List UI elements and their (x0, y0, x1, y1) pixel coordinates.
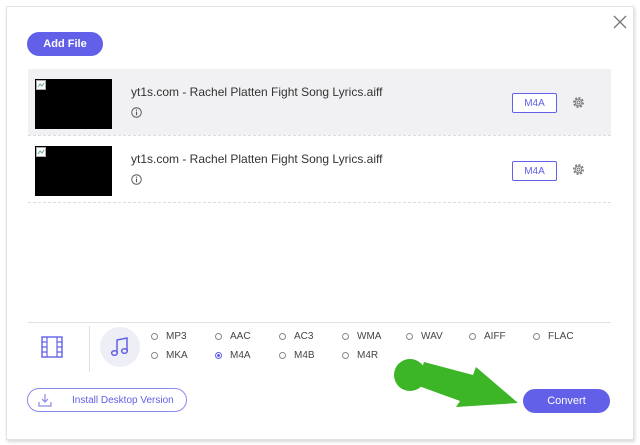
format-option-aac[interactable]: AAC (215, 331, 251, 342)
gear-icon[interactable] (571, 162, 586, 177)
film-icon[interactable] (40, 335, 64, 359)
format-option-ac3[interactable]: AC3 (279, 331, 313, 342)
output-format-button[interactable]: M4A (512, 93, 557, 113)
music-note-icon (110, 337, 129, 357)
radio-button[interactable] (342, 352, 349, 359)
format-label: FLAC (548, 331, 574, 342)
format-label: WMA (357, 331, 382, 342)
add-file-button[interactable]: Add File (27, 32, 103, 56)
convert-button[interactable]: Convert (523, 389, 610, 413)
file-name: yt1s.com - Rachel Platten Fight Song Lyr… (131, 152, 383, 166)
format-label: M4B (294, 350, 315, 361)
download-icon (38, 394, 52, 407)
file-row[interactable]: yt1s.com - Rachel Platten Fight Song Lyr… (28, 69, 611, 135)
format-label: AC3 (294, 331, 314, 342)
format-label: M4R (357, 350, 379, 361)
broken-image-icon (36, 80, 46, 90)
format-option-m4r[interactable]: M4R (342, 350, 378, 361)
broken-image-icon (36, 147, 46, 157)
radio-button[interactable] (215, 333, 222, 340)
annotation-arrow-icon (394, 359, 518, 407)
format-option-aiff[interactable]: AIFF (469, 331, 506, 342)
format-option-mka[interactable]: MKA (151, 350, 188, 361)
radio-button[interactable] (279, 352, 286, 359)
format-option-m4a[interactable]: M4A (215, 350, 251, 361)
row-divider (28, 202, 611, 203)
format-option-wav[interactable]: WAV (406, 331, 443, 342)
video-thumbnail (35, 146, 112, 196)
format-option-flac[interactable]: FLAC (533, 331, 574, 342)
radio-button[interactable] (342, 333, 349, 340)
audio-tab[interactable] (100, 327, 140, 367)
format-panel-divider (28, 322, 611, 323)
install-label: Install Desktop Version (72, 395, 174, 406)
format-label: AAC (230, 331, 251, 342)
info-icon[interactable] (131, 174, 142, 185)
format-option-m4b[interactable]: M4B (279, 350, 315, 361)
close-icon[interactable] (612, 14, 628, 30)
radio-button[interactable] (279, 333, 286, 340)
format-label: MKA (166, 350, 188, 361)
gear-icon[interactable] (571, 95, 586, 110)
radio-button[interactable] (151, 352, 158, 359)
radio-button-selected[interactable] (215, 352, 222, 359)
install-desktop-button[interactable]: Install Desktop Version (27, 388, 187, 412)
format-option-mp3[interactable]: MP3 (151, 331, 187, 342)
format-label: WAV (421, 331, 443, 342)
radio-button[interactable] (406, 333, 413, 340)
format-label: MP3 (166, 331, 187, 342)
file-row[interactable]: yt1s.com - Rachel Platten Fight Song Lyr… (28, 136, 611, 202)
radio-button[interactable] (151, 333, 158, 340)
info-icon[interactable] (131, 107, 142, 118)
radio-button[interactable] (469, 333, 476, 340)
tab-separator (89, 326, 90, 372)
radio-button[interactable] (533, 333, 540, 340)
format-label: M4A (230, 350, 251, 361)
output-format-button[interactable]: M4A (512, 161, 557, 181)
format-label: AIFF (484, 331, 506, 342)
video-thumbnail (35, 79, 112, 129)
file-name: yt1s.com - Rachel Platten Fight Song Lyr… (131, 85, 383, 99)
format-option-wma[interactable]: WMA (342, 331, 381, 342)
